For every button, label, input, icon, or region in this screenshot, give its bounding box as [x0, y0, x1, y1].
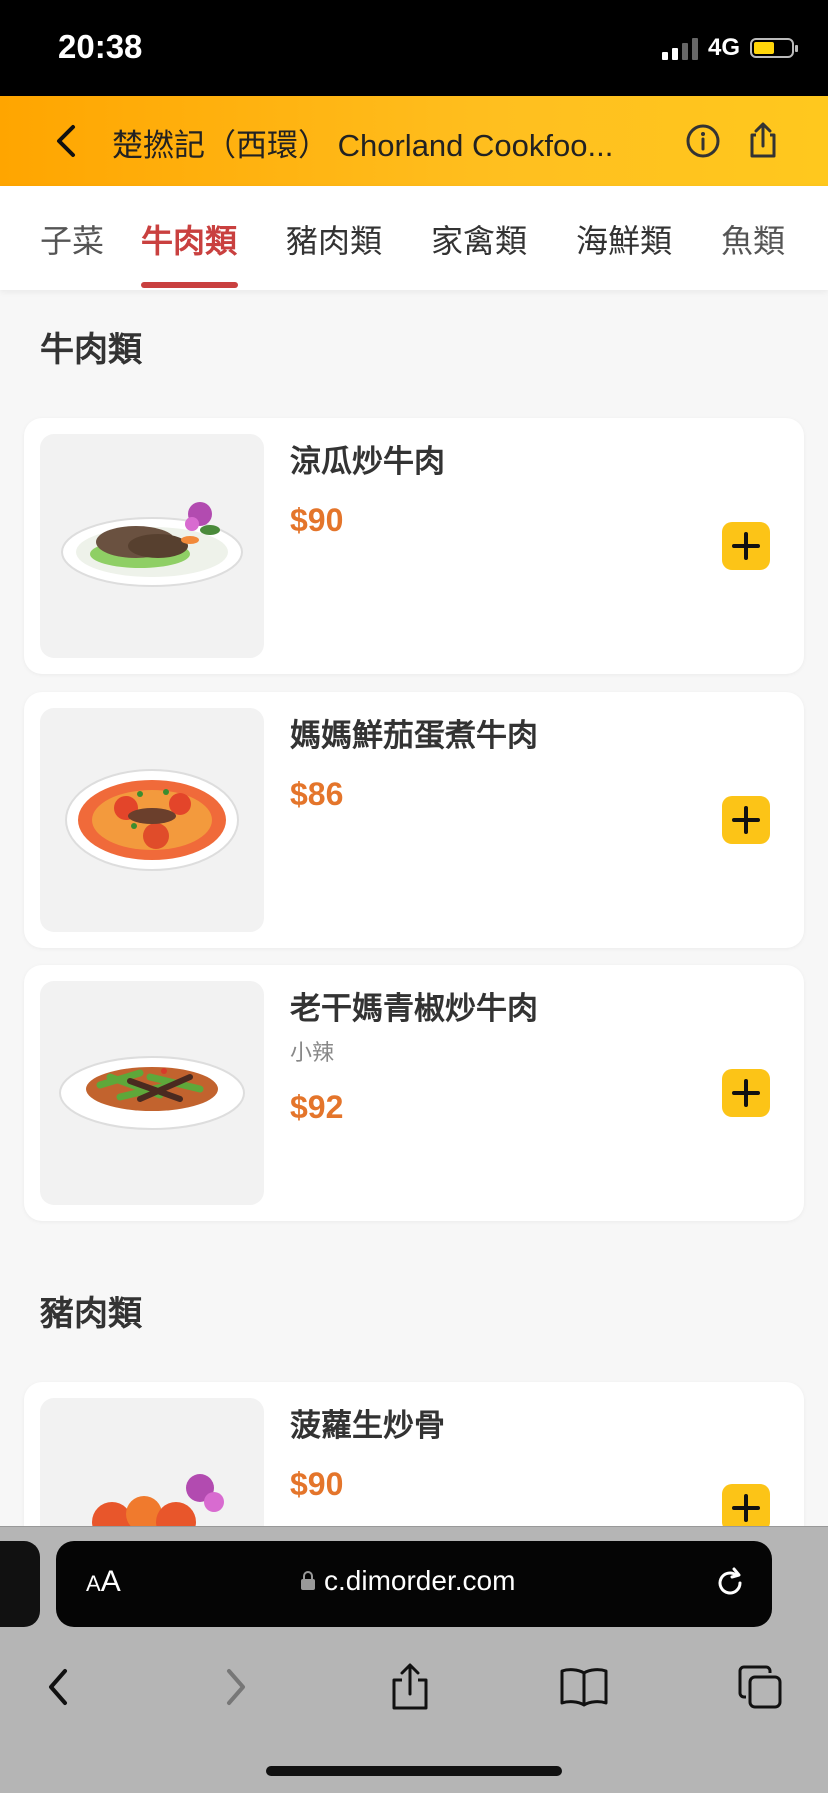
address-bar[interactable]: AAAA c.dimorder.com [56, 1541, 772, 1627]
tab-seafood[interactable]: 海鮮類 [576, 216, 672, 262]
battery-icon [750, 38, 798, 58]
dish-price: $90 [290, 1466, 344, 1502]
store-header: 楚撚記（西環） Chorland Cookfoo... [0, 96, 828, 186]
dish-note: 小辣 [290, 1041, 335, 1066]
dish-image [40, 434, 264, 658]
share-icon [392, 1663, 428, 1710]
tabs-icon [738, 1665, 782, 1709]
dish-price: $86 [290, 776, 344, 812]
browser-share-button[interactable] [382, 1659, 438, 1715]
plus-icon [732, 532, 760, 560]
store-title: 楚撚記（西環） Chorland Cookfoo... [112, 128, 614, 163]
plus-icon [732, 1079, 760, 1107]
home-indicator[interactable] [266, 1766, 562, 1776]
active-tab-indicator [141, 282, 238, 288]
add-to-cart-button[interactable] [722, 522, 770, 570]
previous-tab-peek[interactable] [0, 1541, 40, 1627]
dish-name: 媽媽鮮茄蛋煮牛肉 [290, 718, 538, 754]
status-indicators: 4G [661, 34, 798, 62]
info-icon [686, 124, 720, 158]
status-bar: 20:38 4G [0, 0, 828, 96]
tab-beef[interactable]: 牛肉類 [141, 216, 237, 262]
bookmarks-button[interactable] [556, 1659, 612, 1715]
chevron-right-icon [227, 1669, 245, 1705]
add-to-cart-button[interactable] [722, 796, 770, 844]
dish-price: $90 [290, 502, 344, 538]
tab-pork[interactable]: 豬肉類 [286, 216, 382, 262]
tab-poultry[interactable]: 家禽類 [431, 216, 527, 262]
share-icon [750, 122, 776, 158]
tab-vegetables[interactable]: 子菜 [40, 216, 104, 262]
signal-icon [661, 36, 698, 60]
tab-fish[interactable]: 魚類 [721, 216, 785, 262]
dish-image [40, 708, 264, 932]
chevron-left-icon [57, 125, 75, 157]
browser-back-button[interactable] [30, 1659, 86, 1715]
plus-icon [732, 1494, 760, 1522]
dish-image [40, 981, 264, 1205]
reload-icon [718, 1567, 742, 1595]
dish-name: 涼瓜炒牛肉 [290, 444, 445, 480]
url-display[interactable]: c.dimorder.com [300, 1565, 515, 1597]
reload-button[interactable] [710, 1563, 750, 1603]
lock-icon [301, 1571, 315, 1590]
section-title-pork: 豬肉類 [40, 1294, 142, 1334]
category-tabs: 子菜 牛肉類 豬肉類 家禽類 海鮮類 魚類 [0, 186, 828, 290]
menu-item-card[interactable]: 老干媽青椒炒牛肉 小辣 $92 [24, 965, 804, 1221]
add-to-cart-button[interactable] [722, 1484, 770, 1532]
dish-price: $92 [290, 1089, 344, 1125]
menu-item-card[interactable]: 涼瓜炒牛肉 $90 [24, 418, 804, 674]
network-type: 4G [707, 34, 740, 61]
dish-name: 老干媽青椒炒牛肉 [290, 991, 538, 1027]
info-button[interactable] [682, 120, 724, 162]
book-icon [560, 1668, 608, 1707]
menu-item-card[interactable]: 媽媽鮮茄蛋煮牛肉 $86 [24, 692, 804, 948]
dish-name: 菠蘿生炒骨 [290, 1408, 445, 1444]
section-title-beef: 牛肉類 [40, 330, 142, 370]
plus-icon [732, 806, 760, 834]
status-time: 20:38 [58, 28, 143, 65]
browser-bottom-bar: AAAA c.dimorder.com [0, 1526, 828, 1793]
browser-toolbar [0, 1647, 828, 1727]
share-button[interactable] [740, 118, 786, 164]
back-button[interactable] [44, 118, 90, 164]
chevron-left-icon [49, 1669, 67, 1705]
url-text: c.dimorder.com [324, 1565, 516, 1596]
add-to-cart-button[interactable] [722, 1069, 770, 1117]
tabs-button[interactable] [732, 1659, 788, 1715]
browser-forward-button[interactable] [208, 1659, 264, 1715]
reader-settings-button[interactable]: AAAA [86, 1565, 121, 1599]
